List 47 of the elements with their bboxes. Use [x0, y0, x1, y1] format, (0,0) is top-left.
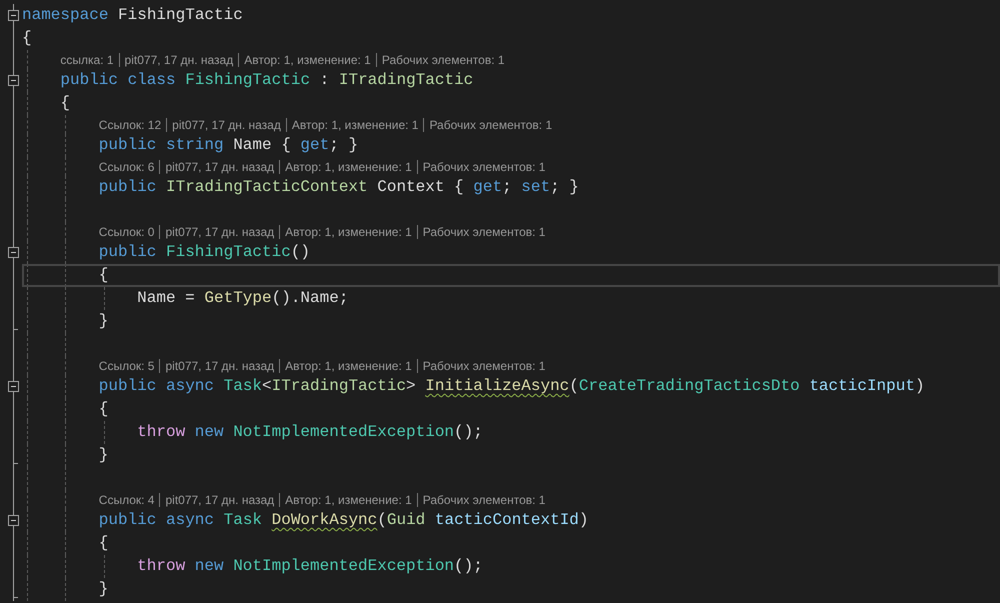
codelens-link[interactable]: Рабочих элементов: 1 [416, 358, 550, 372]
codelens-link[interactable]: pit077, 17 дн. назад [118, 52, 238, 66]
codelens-link[interactable]: Ссылок: 0 [98, 224, 160, 238]
codelens-link[interactable]: Автор: 1, изменение: 1 [279, 160, 417, 174]
codelens-link[interactable]: pit077, 17 дн. назад [166, 118, 286, 132]
code-line: public async Task<ITradingTactic> InitializeAsync(CreateTradingTacticsDto tacticInput) [98, 376, 925, 397]
code-line: { [60, 93, 70, 114]
code-line: throw new NotImplementedException(); [137, 556, 483, 577]
codelens-link[interactable]: Рабочих элементов: 1 [416, 224, 550, 238]
codelens-link[interactable]: Рабочих элементов: 1 [423, 118, 558, 132]
codelens-link[interactable]: Рабочих элементов: 1 [416, 492, 550, 506]
code-line: namespace FishingTactic [22, 5, 243, 26]
codelens-link[interactable]: ссылка: 1 [60, 52, 119, 66]
code-line: { [22, 28, 32, 49]
code-line: public FishingTactic() [98, 242, 310, 263]
code-line: throw new NotImplementedException(); [137, 422, 483, 443]
code-line: } [98, 579, 108, 600]
code-line: { [98, 265, 108, 286]
codelens-link[interactable]: pit077, 17 дн. назад [159, 160, 280, 174]
collapse-icon[interactable] [8, 247, 19, 258]
code-line: public async Task DoWorkAsync(Guid tacticContextId) [98, 510, 589, 531]
collapse-icon[interactable] [8, 75, 19, 86]
codelens-link[interactable]: Ссылок: 4 [98, 492, 160, 506]
codelens-link[interactable]: pit077, 17 дн. назад [159, 358, 280, 372]
code-line: } [98, 445, 108, 466]
codelens-link[interactable]: Ссылок: 12 [98, 118, 166, 132]
codelens-link[interactable]: Рабочих элементов: 1 [376, 52, 510, 66]
codelens-link[interactable]: pit077, 17 дн. назад [159, 224, 280, 238]
collapse-icon[interactable] [8, 10, 19, 21]
codelens-link[interactable]: Автор: 1, изменение: 1 [279, 492, 417, 506]
code-line: public ITradingTacticContext Context { get; set; } [98, 177, 579, 198]
codelens-link[interactable]: Автор: 1, изменение: 1 [279, 358, 417, 372]
codelens-link[interactable]: Ссылок: 6 [98, 160, 160, 174]
code-line: { [98, 399, 108, 420]
code-line: { [98, 533, 108, 554]
code-line: public class FishingTactic : ITradingTactic [60, 70, 474, 91]
codelens-link[interactable]: Рабочих элементов: 1 [416, 160, 550, 174]
codelens-link[interactable]: Ссылок: 5 [98, 358, 160, 372]
codelens-link[interactable]: Автор: 1, изменение: 1 [279, 224, 417, 238]
codelens-link[interactable]: Автор: 1, изменение: 1 [238, 52, 376, 66]
code-line: Name = GetType().Name; [137, 288, 348, 309]
collapse-icon[interactable] [8, 515, 19, 526]
codelens-link[interactable]: pit077, 17 дн. назад [159, 492, 280, 506]
collapse-icon[interactable] [8, 381, 19, 392]
code-line: } [98, 311, 108, 332]
code-line: public string Name { get; } [98, 135, 358, 156]
codelens-link[interactable]: Автор: 1, изменение: 1 [286, 118, 424, 132]
